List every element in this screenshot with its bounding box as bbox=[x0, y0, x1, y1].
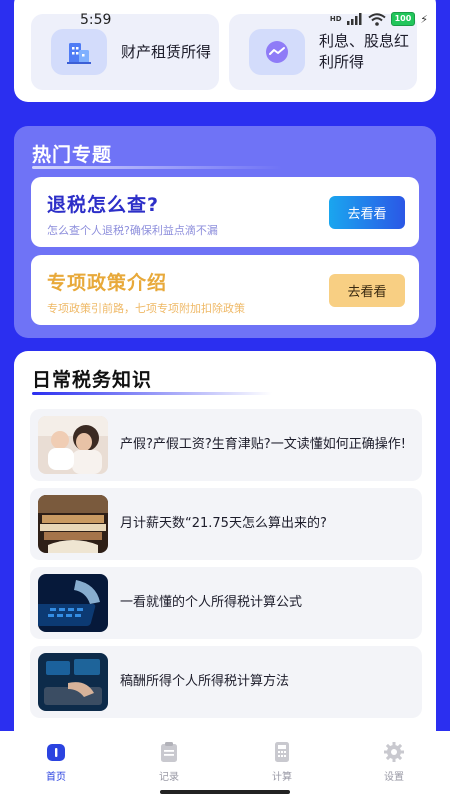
status-time: 5:59 bbox=[80, 12, 112, 28]
topic-title: 退税怎么查? bbox=[47, 194, 160, 216]
nav-item-home[interactable]: 首页 bbox=[26, 741, 86, 783]
charging-icon: ⚡ bbox=[420, 12, 428, 26]
clipboard-icon bbox=[161, 742, 177, 762]
mother-baby-photo bbox=[38, 416, 108, 474]
status-bar: 5:59 HD 100 ⚡ bbox=[0, 0, 450, 38]
income-tile-label: 财产租赁所得 bbox=[121, 42, 212, 61]
topic-title: 专项政策介绍 bbox=[47, 272, 168, 294]
nav-item-calculate[interactable]: 计算 bbox=[252, 741, 312, 783]
title-underline bbox=[32, 166, 282, 169]
article-title: 月计薪天数“21.75天怎么算出来的? bbox=[120, 516, 327, 531]
nav-label: 计算 bbox=[272, 772, 292, 783]
title-underline bbox=[32, 392, 272, 395]
article-item[interactable]: 月计薪天数“21.75天怎么算出来的? bbox=[30, 488, 422, 560]
go-see-button[interactable]: 去看看 bbox=[329, 196, 405, 229]
topic-card-refund-check[interactable]: 退税怎么查? 怎么查个人退税?确保利益点滴不漏 去看看 bbox=[31, 177, 419, 247]
home-indicator[interactable] bbox=[160, 790, 290, 794]
nav-item-settings[interactable]: 设置 bbox=[364, 741, 424, 783]
nav-item-records[interactable]: 记录 bbox=[139, 741, 199, 783]
battery-icon: 100 bbox=[390, 12, 416, 26]
keyboard-hand-photo bbox=[38, 574, 108, 632]
article-item[interactable]: 一看就懂的个人所得税计算公式 bbox=[30, 567, 422, 639]
article-item[interactable]: 稿酬所得个人所得税计算方法 bbox=[30, 646, 422, 718]
article-title: 一看就懂的个人所得税计算公式 bbox=[120, 595, 303, 610]
wifi-icon bbox=[367, 12, 386, 26]
nav-label: 首页 bbox=[46, 772, 66, 783]
hot-topics-panel: 热门专题 退税怎么查? 怎么查个人退税?确保利益点滴不漏 去看看 专项政策介绍 … bbox=[14, 126, 436, 338]
status-icons: HD 100 ⚡ bbox=[330, 12, 428, 26]
topic-card-special-policy[interactable]: 专项政策介绍 专项政策引前路，七项专项附加扣除政策 去看看 bbox=[31, 255, 419, 325]
signal-icon bbox=[346, 13, 362, 25]
topic-subtitle: 专项政策引前路，七项专项附加扣除政策 bbox=[47, 302, 245, 315]
home-icon bbox=[47, 744, 65, 761]
article-title: 产假?产假工资?生育津贴?一文读懂如何正确操作! bbox=[120, 437, 406, 452]
laptop-data-photo bbox=[38, 653, 108, 711]
hot-topics-title: 热门专题 bbox=[32, 144, 113, 166]
gear-icon bbox=[384, 742, 404, 762]
daily-knowledge-panel: 日常税务知识 产假?产假工资?生育津贴?一文读懂如何正确操作! 月计薪天数“21… bbox=[14, 351, 436, 731]
books-photo bbox=[38, 495, 108, 553]
nav-label: 设置 bbox=[384, 772, 404, 783]
go-see-button[interactable]: 去看看 bbox=[329, 274, 405, 307]
nav-label: 记录 bbox=[159, 772, 179, 783]
daily-knowledge-title: 日常税务知识 bbox=[32, 369, 153, 391]
article-item[interactable]: 产假?产假工资?生育津贴?一文读懂如何正确操作! bbox=[30, 409, 422, 481]
network-label: HD bbox=[329, 15, 342, 23]
calculator-icon bbox=[275, 742, 289, 762]
topic-subtitle: 怎么查个人退税?确保利益点滴不漏 bbox=[47, 224, 218, 237]
article-title: 稿酬所得个人所得税计算方法 bbox=[120, 674, 290, 689]
